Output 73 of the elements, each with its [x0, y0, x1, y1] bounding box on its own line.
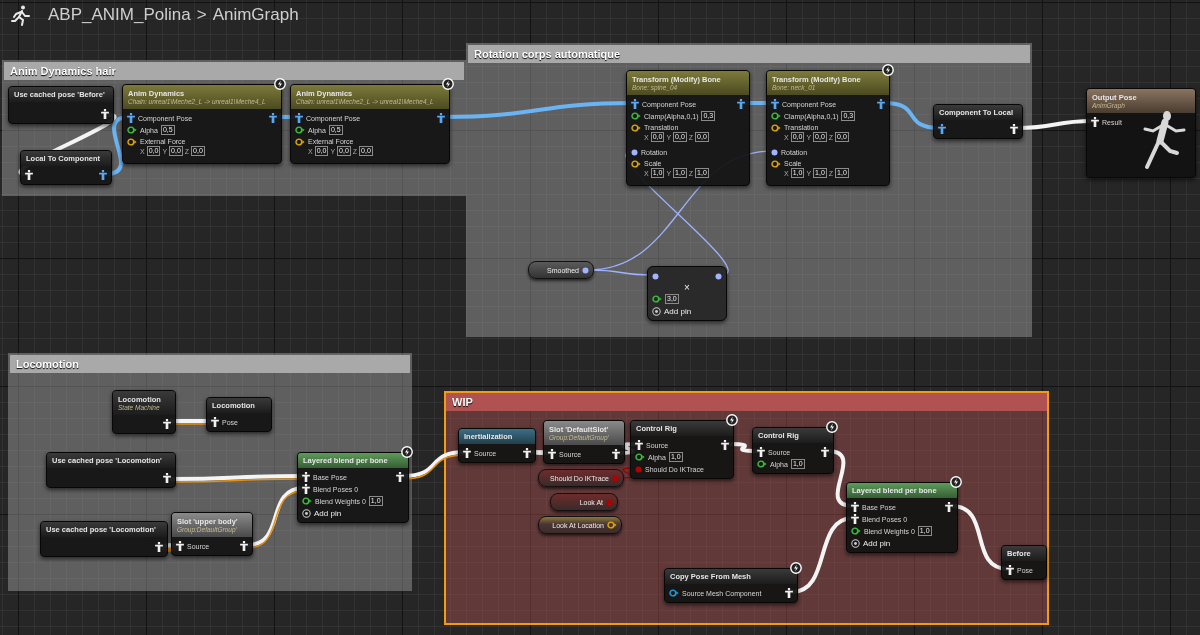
person-pin-icon[interactable]: [463, 448, 471, 458]
dot-pin-icon[interactable]: [715, 272, 722, 280]
add-pin-icon[interactable]: [302, 508, 311, 518]
ring-pin-icon[interactable]: [757, 460, 767, 468]
person-pin-icon[interactable]: [785, 588, 793, 598]
dot-pin-icon[interactable]: [771, 148, 778, 156]
person-pin-icon[interactable]: [176, 541, 184, 551]
person-pin-icon[interactable]: [101, 109, 109, 119]
comment-title[interactable]: WIP: [446, 393, 1047, 411]
person-pin-icon[interactable]: [302, 472, 310, 482]
add-pin-icon[interactable]: [851, 538, 860, 548]
dot-pin-icon[interactable]: [635, 465, 642, 473]
person-pin-icon[interactable]: [945, 502, 953, 512]
ring-pin-icon[interactable]: [851, 527, 861, 535]
ring-pin-icon[interactable]: [302, 497, 312, 505]
ring-pin-icon[interactable]: [771, 112, 781, 120]
ring-pin-icon[interactable]: [669, 589, 679, 597]
person-pin-icon[interactable]: [25, 170, 33, 180]
person-pin-icon[interactable]: [1010, 124, 1018, 134]
person-pin-icon[interactable]: [631, 99, 639, 109]
pin-label: Add pin: [863, 538, 891, 548]
breadcrumb-link[interactable]: ABP_ANIM_Polina: [48, 5, 191, 25]
person-pin-icon[interactable]: [302, 484, 310, 494]
person-pin-icon[interactable]: [821, 447, 829, 457]
person-pin-icon[interactable]: [737, 99, 745, 109]
person-pin-icon[interactable]: [771, 99, 779, 109]
person-pin-icon[interactable]: [396, 472, 404, 482]
person-pin-icon[interactable]: [99, 170, 107, 180]
ring-pin-icon[interactable]: [631, 124, 641, 132]
person-pin-icon[interactable]: [295, 113, 303, 123]
ring-pin-icon[interactable]: [295, 126, 305, 134]
person-pin-icon[interactable]: [1006, 565, 1014, 575]
add-pin-icon[interactable]: [652, 306, 661, 316]
ring-pin-icon[interactable]: [771, 160, 781, 168]
person-pin-icon[interactable]: [1091, 117, 1099, 127]
person-pin-icon[interactable]: [877, 99, 885, 109]
person-pin-icon[interactable]: [127, 113, 135, 123]
person-pin-icon[interactable]: [757, 447, 765, 457]
dot-pin-icon[interactable]: [631, 148, 638, 156]
ring-pin-icon[interactable]: [652, 295, 662, 303]
person-pin-icon[interactable]: [155, 542, 163, 552]
person-pin-icon[interactable]: [269, 113, 277, 123]
ring-pin-icon[interactable]: [127, 138, 137, 146]
person-pin-icon[interactable]: [240, 541, 248, 551]
person-pin-icon[interactable]: [938, 124, 946, 134]
person-pin-icon[interactable]: [635, 440, 643, 450]
ring-pin-icon[interactable]: [631, 160, 641, 168]
dot-pin-icon[interactable]: [582, 266, 589, 274]
person-pin-icon[interactable]: [211, 417, 219, 427]
dot-pin-icon[interactable]: [652, 272, 659, 280]
person-pin-icon[interactable]: [721, 440, 729, 450]
ring-pin-icon[interactable]: [127, 126, 137, 134]
ring-pin-icon[interactable]: [631, 112, 641, 120]
person-pin-icon[interactable]: [548, 449, 556, 459]
running-person-icon: [10, 4, 32, 26]
ring-pin-icon[interactable]: [635, 453, 645, 461]
person-pin-icon[interactable]: [612, 449, 620, 459]
person-pin-icon[interactable]: [163, 473, 171, 483]
pin-label: Add pin: [314, 508, 342, 518]
person-pin-icon[interactable]: [851, 502, 859, 512]
dot-pin-icon[interactable]: [612, 474, 619, 482]
dot-pin-icon[interactable]: [606, 498, 613, 506]
multiply-symbol: ×: [683, 282, 691, 293]
ring-pin-icon[interactable]: [607, 521, 617, 529]
person-pin-icon[interactable]: [163, 419, 171, 429]
ring-pin-icon[interactable]: [295, 138, 305, 146]
breadcrumb-separator: >: [196, 5, 207, 25]
ring-pin-icon[interactable]: [771, 124, 781, 132]
breadcrumb-link[interactable]: AnimGraph: [212, 5, 299, 25]
pin-label: Add pin: [664, 306, 692, 316]
person-pin-icon[interactable]: [851, 514, 859, 524]
person-pin-icon[interactable]: [523, 448, 531, 458]
person-pin-icon[interactable]: [437, 113, 445, 123]
